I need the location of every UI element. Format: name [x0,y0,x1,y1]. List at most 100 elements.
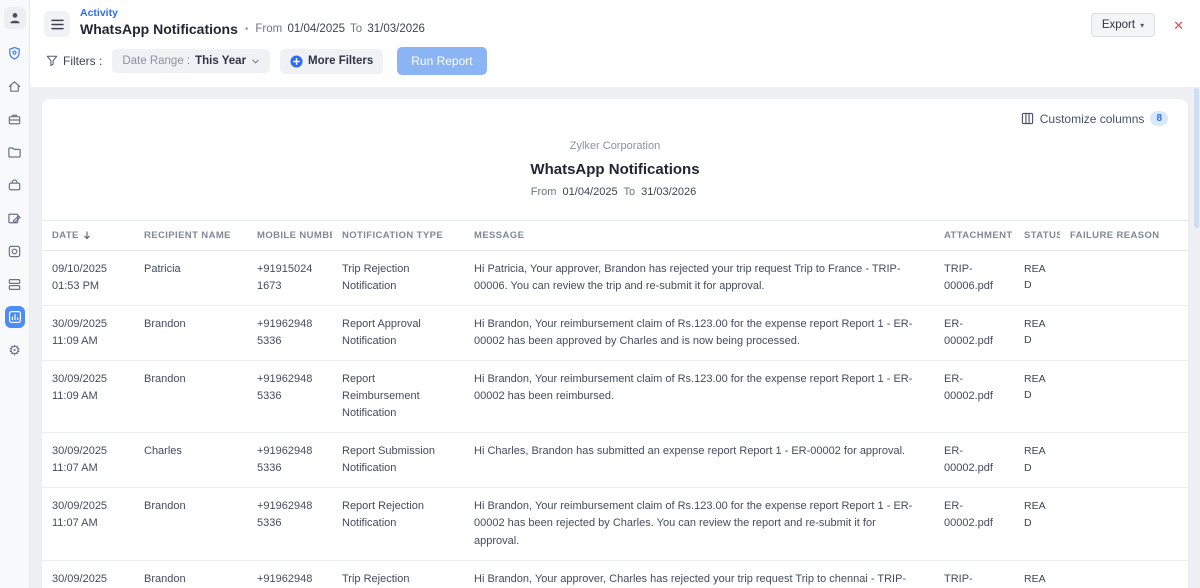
cell-recipient: Brandon [134,306,247,361]
cell-failure [1060,251,1188,306]
report-header: Zylker Corporation WhatsApp Notification… [42,140,1188,198]
table-row[interactable]: 30/09/202511:07 AM Brandon +919629485336… [42,488,1188,560]
cell-status: READ [1014,306,1060,361]
trips-icon[interactable] [5,109,25,129]
customize-columns-button[interactable]: Customize columns 8 [1021,111,1168,126]
notifications-table: Date Recipient Name Mobile Number Notifi… [42,220,1188,588]
cell-status: READ [1014,251,1060,306]
columns-icon [1021,112,1034,125]
cell-message: Hi Brandon, Your reimbursement claim of … [464,361,934,433]
documents-icon[interactable] [5,274,25,294]
admin-badge-icon[interactable] [5,43,25,63]
topbar: Activity WhatsApp Notifications • From 0… [30,0,1200,39]
cell-failure [1060,560,1188,588]
cell-attachment[interactable]: ER-00002.pdf [934,433,1014,488]
header-date-range: From 01/04/2025 To 31/03/2026 [255,23,427,35]
date-range-chip[interactable]: Date Range : This Year [112,49,270,73]
cell-type: Report Rejection Notification [332,488,464,560]
cell-recipient: Brandon [134,488,247,560]
org-name: Zylker Corporation [42,140,1188,152]
cell-failure [1060,361,1188,433]
cell-attachment[interactable]: ER-00002.pdf [934,306,1014,361]
filters-row: Filters : Date Range : This Year More Fi… [30,39,1200,87]
cell-failure [1060,488,1188,560]
cell-recipient: Brandon [134,361,247,433]
col-header-date[interactable]: Date [42,221,134,251]
content-area: Customize columns 8 Zylker Corporation W… [30,87,1200,588]
cell-type: Trip Rejection Notification [332,251,464,306]
plus-circle-icon [290,55,303,68]
table-row[interactable]: 09/10/202501:53 PM Patricia +91915024167… [42,251,1188,306]
sidebar: ⚙ [0,0,30,588]
settings-icon[interactable]: ⚙ [5,340,25,360]
col-header-message[interactable]: Message [464,221,934,251]
cell-attachment[interactable]: ER-00002.pdf [934,488,1014,560]
advances-icon[interactable] [5,241,25,261]
report-from-date: 01/04/2025 [560,186,621,198]
user-icon[interactable] [4,7,26,29]
table-row[interactable]: 30/09/202511:06 AM Brandon +919629485336… [42,560,1188,588]
hamburger-icon [51,19,64,30]
main-area: Activity WhatsApp Notifications • From 0… [30,0,1200,588]
header-to-date: 31/03/2026 [365,23,427,35]
scrollbar-thumb[interactable] [1194,88,1199,228]
cell-type: Trip Rejection Notification [332,560,464,588]
col-header-attachment[interactable]: Attachment [934,221,1014,251]
cell-message: Hi Brandon, Your approver, Charles has r… [464,560,934,588]
cell-date: 30/09/202511:07 AM [42,488,134,560]
cell-failure [1060,306,1188,361]
analytics-icon[interactable] [5,307,25,327]
caret-down-icon: ▾ [1140,21,1144,30]
report-to-date: 31/03/2026 [638,186,699,198]
cell-attachment[interactable]: ER-00002.pdf [934,361,1014,433]
close-button[interactable]: ✕ [1173,19,1184,32]
cell-message: Hi Brandon, Your reimbursement claim of … [464,306,934,361]
cell-failure [1060,433,1188,488]
table-row[interactable]: 30/09/202511:07 AM Charles +919629485336… [42,433,1188,488]
table-row[interactable]: 30/09/202511:09 AM Brandon +919629485336… [42,361,1188,433]
cell-date: 30/09/202511:09 AM [42,361,134,433]
export-button[interactable]: Export ▾ [1091,13,1155,37]
page-title: WhatsApp Notifications [80,21,238,37]
cell-type: Report Submission Notification [332,433,464,488]
col-header-type[interactable]: Notification Type [332,221,464,251]
cell-attachment[interactable]: TRIP-00006.pdf [934,251,1014,306]
sidebar-nav: ⚙ [5,43,25,360]
cell-mobile: +919629485336 [247,433,332,488]
col-header-failure[interactable]: Failure Reason [1060,221,1188,251]
table-row[interactable]: 30/09/202511:09 AM Brandon +919629485336… [42,306,1188,361]
col-header-mobile[interactable]: Mobile Number [247,221,332,251]
title-separator: • [245,24,249,35]
cell-status: READ [1014,560,1060,588]
cell-status: READ [1014,433,1060,488]
cell-message: Hi Brandon, Your reimbursement claim of … [464,488,934,560]
filter-funnel-icon [46,55,58,67]
cell-recipient: Charles [134,433,247,488]
cell-mobile: +919629485336 [247,488,332,560]
run-report-button[interactable]: Run Report [397,47,486,75]
cell-attachment[interactable]: TRIP-00001.pdf [934,560,1014,588]
table-header-row: Date Recipient Name Mobile Number Notifi… [42,221,1188,251]
sort-desc-icon [83,231,91,240]
report-title: WhatsApp Notifications [42,161,1188,178]
report-date-range: From 01/04/2025 To 31/03/2026 [42,186,1188,198]
filters-label: Filters : [46,54,102,68]
cell-mobile: +919629485336 [247,306,332,361]
cell-mobile: +919629485336 [247,361,332,433]
cell-date: 30/09/202511:09 AM [42,306,134,361]
col-header-status[interactable]: Status [1014,221,1060,251]
cell-date: 09/10/202501:53 PM [42,251,134,306]
folder-icon[interactable] [5,142,25,162]
cell-mobile: +919150241673 [247,251,332,306]
chevron-down-icon [251,57,260,66]
col-header-recipient[interactable]: Recipient Name [134,221,247,251]
wallet-icon[interactable] [5,175,25,195]
home-icon[interactable] [5,76,25,96]
card-edit-icon[interactable] [5,208,25,228]
cell-date: 30/09/202511:07 AM [42,433,134,488]
more-filters-button[interactable]: More Filters [280,49,383,74]
scrollbar-track [1194,88,1199,582]
hamburger-menu-button[interactable] [44,11,70,37]
section-label: Activity [80,7,427,19]
cell-recipient: Patricia [134,251,247,306]
